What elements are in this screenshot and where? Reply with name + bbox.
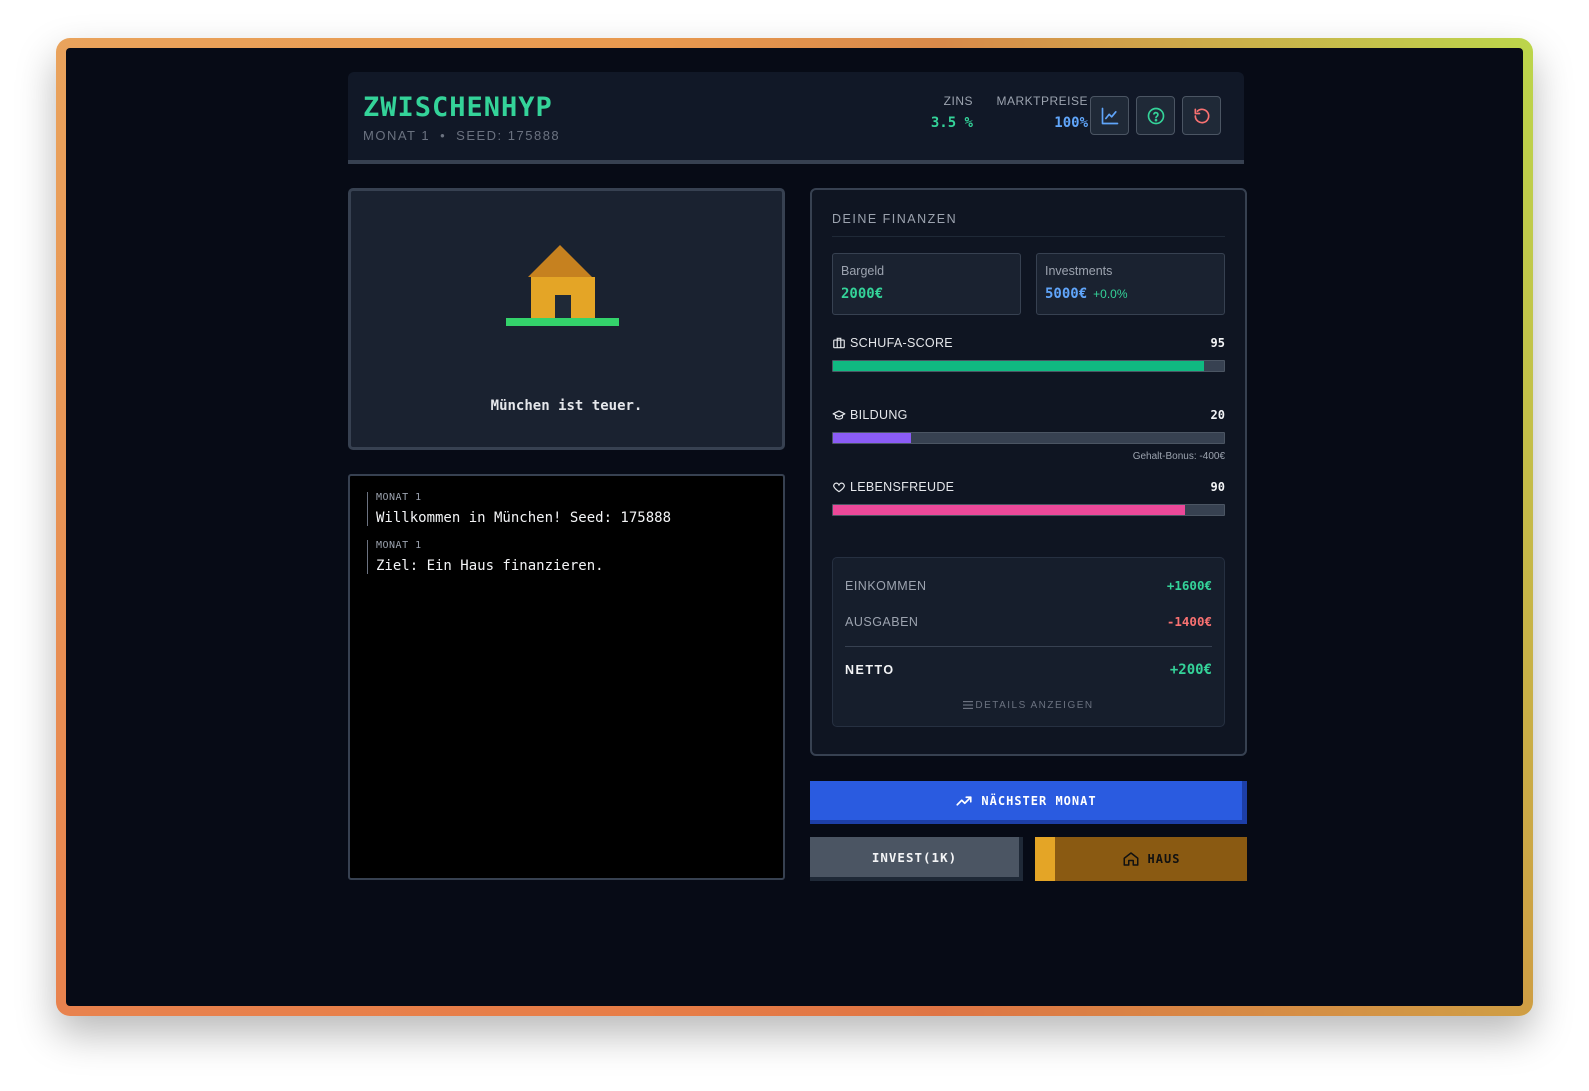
- log-entry: MONAT 1 Ziel: Ein Haus finanzieren.: [367, 540, 604, 574]
- net-value: +200€: [1169, 662, 1212, 678]
- bildung-value: 20: [1210, 408, 1225, 422]
- market-label: MARKTPREISE: [996, 94, 1088, 108]
- salary-bonus-note: Gehalt-Bonus: -400€: [1132, 451, 1225, 462]
- expense-value: -1400€: [1166, 614, 1212, 629]
- expense-label: AUSGABEN: [845, 614, 919, 629]
- investments-value-row: 5000€ +0.0%: [1045, 286, 1128, 302]
- bildung-label: BILDUNG: [850, 408, 908, 422]
- list-icon: [963, 701, 974, 709]
- log-entry-month: MONAT 1: [376, 540, 422, 551]
- lebensfreude-meter: LEBENSFREUDE 90: [832, 479, 1225, 516]
- schufa-label: SCHUFA-SCORE: [850, 336, 953, 350]
- income-label: EINKOMMEN: [845, 578, 927, 593]
- graduation-cap-icon: [832, 410, 846, 420]
- market-stat: MARKTPREISE 100%: [988, 94, 1088, 131]
- seed-indicator: SEED: 175888: [456, 128, 561, 143]
- divider: [832, 236, 1225, 237]
- lebensfreude-bar-fill: [833, 505, 1185, 515]
- invest-button[interactable]: INVEST(1K): [810, 837, 1023, 881]
- investments-value: 5000€: [1045, 286, 1088, 302]
- net-row: NETTO +200€: [845, 662, 1212, 678]
- bildung-bar-fill: [833, 433, 912, 443]
- chart-button[interactable]: [1090, 96, 1129, 135]
- investments-delta: +0.0%: [1093, 287, 1128, 301]
- lebensfreude-label: LEBENSFREUDE: [850, 480, 955, 494]
- reset-button[interactable]: [1182, 96, 1221, 135]
- event-log[interactable]: MONAT 1 Willkommen in München! Seed: 175…: [348, 474, 785, 880]
- month-indicator: MONAT 1: [363, 128, 431, 143]
- house-label: HAUS: [1147, 852, 1181, 866]
- heart-icon: [833, 482, 845, 493]
- finance-panel: DEINE FINANZEN Bargeld 2000€ Investments…: [810, 188, 1247, 756]
- schufa-meter: SCHUFA-SCORE 95: [832, 335, 1225, 372]
- log-entry-text: Willkommen in München! Seed: 175888: [376, 510, 672, 526]
- house-illustration: [506, 245, 619, 326]
- cash-label: Bargeld: [841, 264, 885, 278]
- lebensfreude-value: 90: [1210, 480, 1225, 494]
- interest-value: 3.5 %: [930, 115, 973, 131]
- chart-icon: [1101, 107, 1118, 124]
- trending-up-icon: [956, 795, 972, 806]
- bildung-meter: BILDUNG 20 Gehalt-Bonus: -400€: [832, 407, 1225, 462]
- log-entry-month: MONAT 1: [376, 492, 422, 503]
- briefcase-icon: [833, 337, 845, 349]
- house-button[interactable]: HAUS: [1035, 837, 1247, 881]
- bildung-bar: [832, 432, 1225, 444]
- help-icon: [1147, 107, 1164, 124]
- game-screen: [66, 48, 1523, 1006]
- invest-label: INVEST(1K): [871, 849, 958, 865]
- game-header: ZWISCHENHYP MONAT 1 • SEED: 175888 ZINS 3.…: [348, 72, 1244, 164]
- separator-dot: •: [440, 128, 447, 143]
- lebensfreude-bar: [832, 504, 1225, 516]
- game-title: ZWISCHENHYP: [363, 92, 553, 123]
- details-toggle[interactable]: DETAILS ANZEIGEN: [833, 700, 1224, 711]
- investments-label: Investments: [1045, 264, 1113, 278]
- interest-label: ZINS: [943, 94, 973, 108]
- net-label: NETTO: [845, 663, 895, 677]
- income-row: EINKOMMEN +1600€: [845, 578, 1212, 593]
- cashflow-summary: EINKOMMEN +1600€ AUSGABEN -1400€ NETTO +…: [832, 557, 1225, 727]
- cash-value: 2000€: [841, 286, 884, 302]
- next-month-label: NÄCHSTER MONAT: [981, 793, 1097, 808]
- divider: [845, 646, 1212, 647]
- cash-card: Bargeld 2000€: [832, 253, 1021, 315]
- investments-card: Investments 5000€ +0.0%: [1036, 253, 1225, 315]
- interest-stat: ZINS 3.5 %: [918, 94, 973, 131]
- expense-row: AUSGABEN -1400€: [845, 614, 1212, 629]
- market-value: 100%: [1054, 115, 1088, 131]
- log-entry: MONAT 1 Willkommen in München! Seed: 175…: [367, 492, 671, 526]
- log-entry-text: Ziel: Ein Haus finanzieren.: [376, 558, 604, 574]
- home-icon: [1123, 852, 1139, 866]
- schufa-bar-fill: [833, 361, 1205, 371]
- income-value: +1600€: [1166, 578, 1212, 593]
- reset-icon: [1194, 108, 1209, 123]
- details-label: DETAILS ANZEIGEN: [975, 700, 1094, 711]
- finance-heading: DEINE FINANZEN: [832, 212, 958, 226]
- schufa-bar: [832, 360, 1225, 372]
- scene-view: München ist teuer.: [348, 188, 785, 450]
- next-month-button[interactable]: NÄCHSTER MONAT: [810, 781, 1247, 824]
- scene-caption: München ist teuer.: [490, 398, 643, 414]
- schufa-value: 95: [1210, 336, 1225, 350]
- game-subtitle: MONAT 1 • SEED: 175888: [363, 128, 560, 143]
- help-button[interactable]: [1136, 96, 1175, 135]
